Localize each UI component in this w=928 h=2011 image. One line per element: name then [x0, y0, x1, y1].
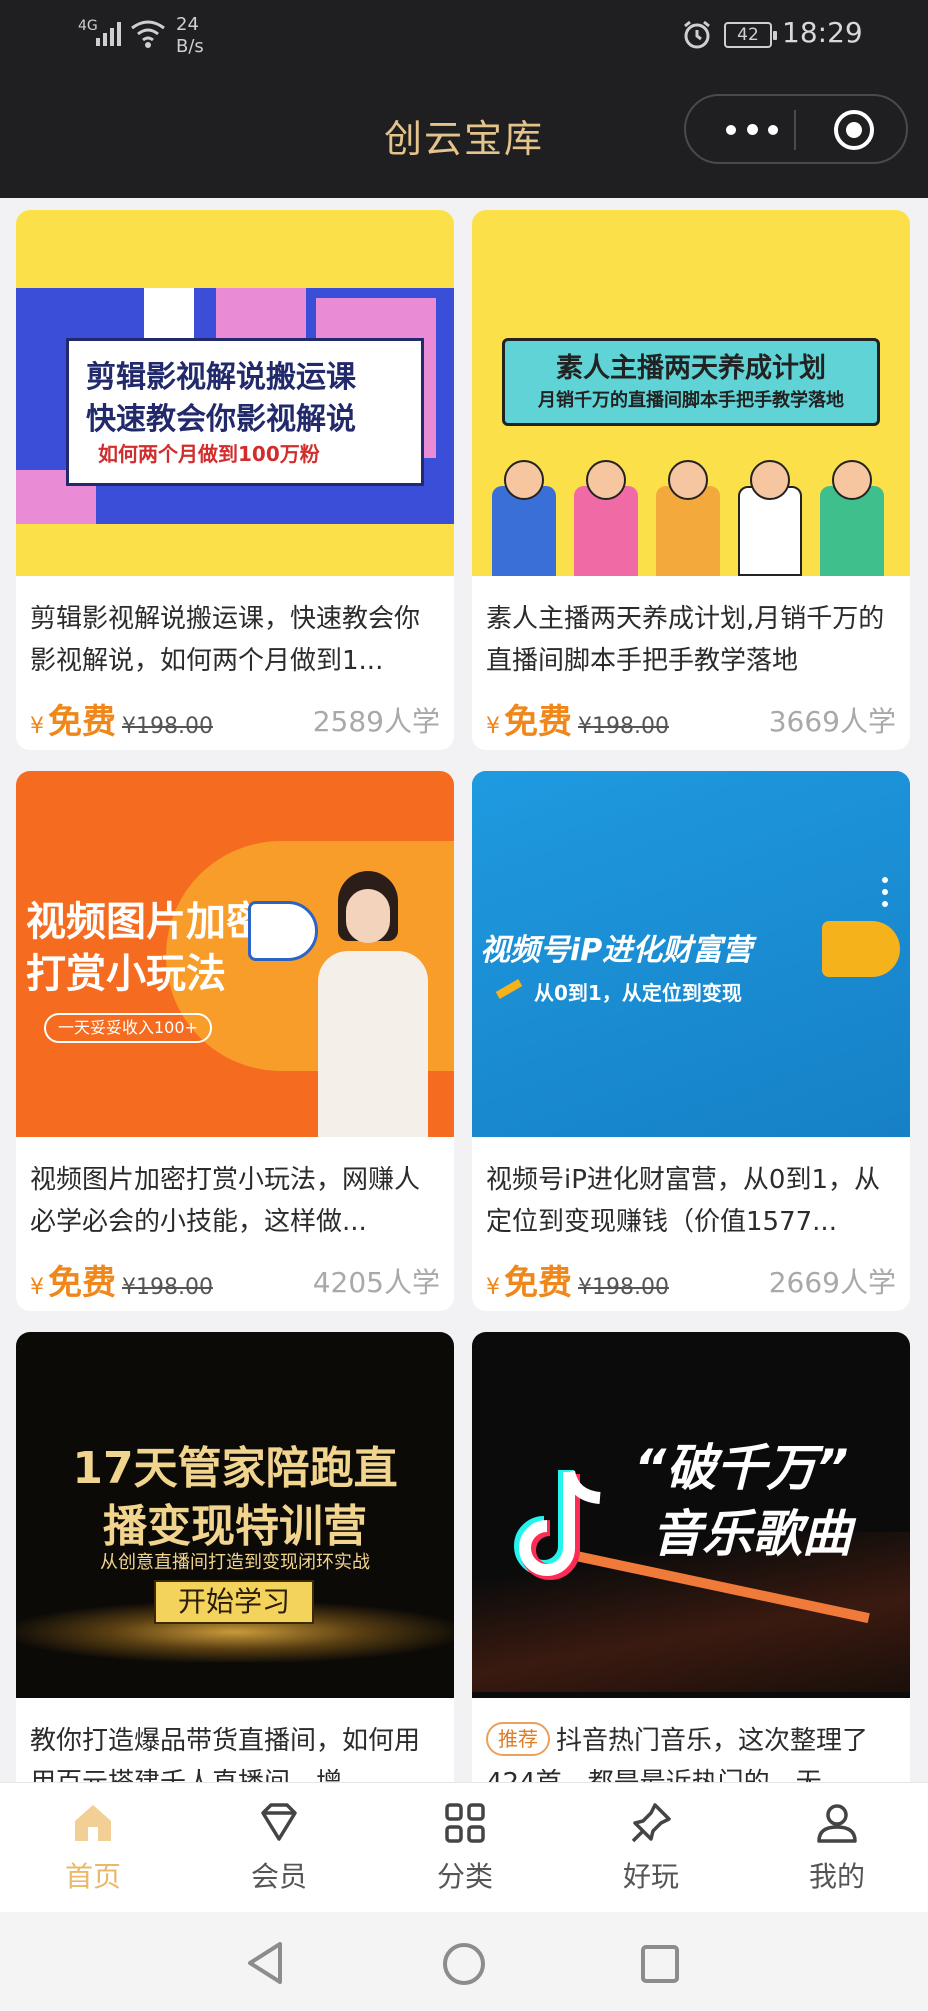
tab-mine[interactable]: 我的 — [744, 1783, 928, 1913]
tab-label: 分类 — [436, 1860, 493, 1893]
status-bar: 4G 24 B/s 42 18:29 — [0, 0, 928, 72]
people-illustration — [492, 460, 890, 576]
clock: 18:29 — [782, 16, 863, 49]
recents-icon[interactable] — [640, 1944, 680, 1984]
network-speed-value: 24 — [176, 14, 199, 35]
currency-symbol: ¥ — [30, 1275, 44, 1300]
network-speed-unit: B/s — [176, 36, 204, 57]
battery-icon: 42 — [724, 22, 777, 48]
banner-line-1: 视频图片加密 — [26, 899, 266, 945]
tab-category[interactable]: 分类 — [372, 1783, 558, 1913]
currency-symbol: ¥ — [486, 1275, 500, 1300]
banner-line-2: 音乐歌曲 — [652, 1505, 852, 1563]
course-thumbnail: 17天管家陪跑直 播变现特训营 从创意直播间打造到变现闭环实战 开始学习 — [16, 1332, 454, 1698]
banner-line-1: 17天管家陪跑直 — [72, 1443, 398, 1494]
course-title: 视频号iP进化财富营，从0到1，从定位到变现赚钱（价值1577... — [486, 1165, 880, 1237]
course-thumbnail: “破千万” 音乐歌曲 — [472, 1332, 910, 1698]
tab-fun[interactable]: 好玩 — [558, 1783, 744, 1913]
banner-line-3: 如何两个月做到100万粉 — [98, 442, 320, 466]
presenter-illustration — [248, 871, 428, 1137]
course-thumbnail: 素人主播两天养成计划 月销千万的直播间脚本手把手教学落地 — [472, 210, 910, 576]
banner-line-3: 一天妥妥收入100+ — [44, 1013, 212, 1043]
banner-line-1: 剪辑影视解说搬运课 — [86, 360, 356, 395]
banner-line-2: 快速教会你影视解说 — [86, 402, 356, 437]
learner-count: 4205人学 — [312, 1266, 440, 1299]
learner-count: 3669人学 — [768, 705, 896, 738]
price: 免费 — [48, 702, 116, 742]
course-thumbnail: 视频号iP进化财富营 从0到1，从定位到变现 — [472, 771, 910, 1137]
course-card[interactable]: 素人主播两天养成计划 月销千万的直播间脚本手把手教学落地 素人主播两天养成计划,… — [472, 210, 910, 750]
more-button[interactable] — [722, 120, 782, 140]
signal-icon — [96, 22, 121, 46]
home-icon — [75, 1805, 111, 1841]
tab-label: 首页 — [64, 1860, 121, 1893]
pin-icon — [631, 1803, 671, 1843]
banner-line-1: 素人主播两天养成计划 — [556, 353, 826, 384]
price: 免费 — [504, 702, 572, 742]
network-speed: 24 B/s — [176, 14, 204, 58]
bottom-tab-bar: 首页 会员 分类 好玩 我的 — [0, 1782, 928, 1912]
currency-symbol: ¥ — [30, 714, 44, 739]
tab-home[interactable]: 首页 — [0, 1783, 186, 1913]
course-title: 素人主播两天养成计划,月销千万的直播间脚本手把手教学落地 — [486, 604, 885, 676]
learner-count: 2589人学 — [312, 705, 440, 738]
user-icon — [817, 1804, 857, 1843]
price-row: ¥ 免费 ¥198.00 — [486, 1255, 669, 1303]
alarm-icon — [684, 20, 710, 49]
price-row: ¥ 免费 ¥198.00 — [30, 1255, 213, 1303]
currency-symbol: ¥ — [486, 714, 500, 739]
learner-count: 2669人学 — [768, 1266, 896, 1299]
capsule-divider — [794, 110, 796, 150]
tab-member[interactable]: 会员 — [186, 1783, 372, 1913]
back-icon[interactable] — [244, 1940, 286, 1986]
tab-label: 好玩 — [622, 1860, 679, 1893]
original-price: ¥198.00 — [122, 1275, 213, 1300]
banner-line-1: 视频号iP进化财富营 — [480, 933, 753, 968]
price-row: ¥ 免费 ¥198.00 — [486, 694, 669, 742]
banner-line-3: 从创意直播间打造到变现闭环实战 — [100, 1552, 370, 1573]
tab-label: 会员 — [250, 1860, 307, 1893]
mini-program-capsule — [684, 94, 908, 164]
course-card[interactable]: 视频号iP进化财富营 从0到1，从定位到变现 视频号iP进化财富营，从0到1，从… — [472, 771, 910, 1311]
price: 免费 — [504, 1263, 572, 1303]
price: 免费 — [48, 1263, 116, 1303]
course-card[interactable]: 视频图片加密 打赏小玩法 一天妥妥收入100+ 视频图片加密打赏小玩法，网赚人必… — [16, 771, 454, 1311]
start-learning-banner-button: 开始学习 — [154, 1580, 314, 1624]
diamond-icon — [261, 1803, 297, 1841]
system-navigation-bar — [0, 1912, 928, 2011]
course-thumbnail: 视频图片加密 打赏小玩法 一天妥妥收入100+ — [16, 771, 454, 1137]
home-circle-icon[interactable] — [442, 1942, 486, 1986]
course-title: 剪辑影视解说搬运课，快速教会你影视解说，如何两个月做到1... — [30, 604, 421, 676]
tab-label: 我的 — [808, 1860, 865, 1893]
banner-line-2: 打赏小玩法 — [26, 951, 226, 997]
original-price: ¥198.00 — [578, 1275, 669, 1300]
grid-icon — [445, 1803, 485, 1843]
original-price: ¥198.00 — [578, 714, 669, 739]
wifi-icon — [131, 20, 165, 48]
battery-level: 42 — [737, 25, 759, 45]
original-price: ¥198.00 — [122, 714, 213, 739]
price-row: ¥ 免费 ¥198.00 — [30, 694, 213, 742]
course-thumbnail: 剪辑影视解说搬运课 快速教会你影视解说 如何两个月做到100万粉 — [16, 210, 454, 576]
banner-line-2: 从0到1，从定位到变现 — [534, 981, 742, 1005]
course-title: 视频图片加密打赏小玩法，网赚人必学必会的小技能，这样做... — [30, 1165, 421, 1237]
recommend-tag: 推荐 — [486, 1722, 550, 1756]
banner-line-2: 播变现特训营 — [103, 1501, 367, 1552]
tiktok-logo-icon — [514, 1470, 601, 1580]
close-miniprogram-button[interactable] — [834, 110, 874, 150]
banner-line-1: “破千万” — [634, 1439, 849, 1497]
banner-line-2: 月销千万的直播间脚本手把手教学落地 — [538, 390, 844, 411]
course-card[interactable]: 剪辑影视解说搬运课 快速教会你影视解说 如何两个月做到100万粉 剪辑影视解说搬… — [16, 210, 454, 750]
top-bar: 4G 24 B/s 42 18:29 创云宝库 — [0, 0, 928, 198]
